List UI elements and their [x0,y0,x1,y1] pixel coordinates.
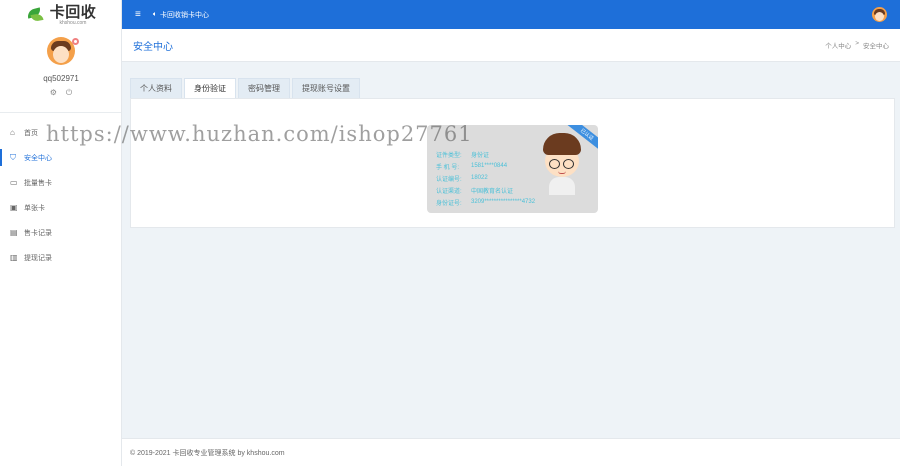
card-icon: ▭ [10,178,18,187]
power-icon[interactable]: ⏻ [66,88,72,98]
single-card-icon: ▣ [10,203,18,212]
username: qq502971 [43,74,79,83]
logo-text: 卡回收 [49,3,97,21]
shield-icon: ⛉ [10,152,16,162]
breadcrumb-separator: > [855,40,859,47]
announcement[interactable]: 🔈︎ 卡回收销卡中心 [153,10,209,20]
card-row-channel: 认证渠道: 中国教育名认证 [436,184,535,196]
tab-withdraw-account[interactable]: 提现账号设置 [292,78,360,98]
card-row-value: 18022 [471,175,488,181]
card-row-phone: 手 机 号: 1581****0844 [436,160,535,172]
card-row-key: 认证编号: [436,176,462,183]
sidebar: 卡回收 khshou.com qq502971 ⚙ ⏻ ⌂ 首页 ⛉ 安全中心 … [0,0,122,466]
sidebar-item-label: 首页 [24,129,38,137]
footer: © 2019-2021 卡回收专业管理系统 by khshou.com [122,438,900,466]
card-row-cert-number: 认证编号: 18022 [436,172,535,184]
logo-domain: khshou.com [59,19,87,26]
card-row-value: 1581****0844 [471,163,508,169]
announcement-text: 卡回收销卡中心 [160,11,210,19]
tab-bar: 个人资料 身份验证 密码管理 提现账号设置 [130,78,360,98]
sidebar-item-security[interactable]: ⛉ 安全中心 [0,145,121,170]
sidebar-item-label: 售卡记录 [24,229,52,237]
user-profile: qq502971 ⚙ ⏻ [0,30,121,112]
tab-profile[interactable]: 个人资料 [130,78,182,98]
record-icon: ▤ [10,228,18,237]
cartoon-avatar-icon [540,133,584,195]
menu-icon[interactable]: ≡ [135,9,141,20]
card-row-id-number: 身份证号: 3209****************4732 [436,196,535,208]
card-row-key: 证件类型: [436,152,462,159]
sidebar-item-batch-sell[interactable]: ▭ 批量售卡 [0,170,121,195]
logo-leaf-icon [25,6,47,24]
user-avatar[interactable] [872,7,887,22]
home-icon: ⌂ [10,128,15,137]
card-row-value: 3209****************4732 [471,199,536,205]
gear-icon[interactable]: ⚙ [50,88,57,98]
sidebar-item-label: 单张卡 [24,204,45,212]
card-row-value: 身份证 [471,152,490,159]
tab-identity-verification[interactable]: 身份验证 [184,78,236,98]
card-row-key: 手 机 号: [436,164,460,171]
card-row-key: 身份证号: [436,200,462,207]
watermark: https://www.huzhan.com/ishop27761 [46,122,473,146]
card-row-value: 中国教育名认证 [471,188,514,195]
tab-password[interactable]: 密码管理 [238,78,290,98]
sidebar-item-withdraw-records[interactable]: ▥ 提现记录 [0,245,121,270]
speaker-icon: 🔈︎ [152,10,158,18]
sidebar-item-sell-records[interactable]: ▤ 售卡记录 [0,220,121,245]
topbar: ≡ 🔈︎ 卡回收销卡中心 [122,0,900,29]
sidebar-item-single-card[interactable]: ▣ 单张卡 [0,195,121,220]
sidebar-item-label: 安全中心 [24,154,52,162]
logo[interactable]: 卡回收 khshou.com [0,0,121,30]
breadcrumb-current: 安全中心 [863,43,889,50]
footer-text: © 2019-2021 卡回收专业管理系统 by khshou.com [130,449,285,457]
sidebar-item-label: 批量售卡 [24,179,52,187]
breadcrumb: 个人中心 > 安全中心 [825,40,889,50]
page-header: 安全中心 个人中心 > 安全中心 [122,29,900,62]
sidebar-item-label: 提现记录 [24,254,52,262]
page-title: 安全中心 [133,41,173,53]
withdraw-icon: ▥ [10,253,18,262]
card-row-id-type: 证件类型: 身份证 [436,148,535,160]
card-row-key: 认证渠道: [436,188,462,195]
breadcrumb-home[interactable]: 个人中心 [825,40,851,50]
avatar[interactable] [47,37,75,65]
status-dot [72,38,79,45]
